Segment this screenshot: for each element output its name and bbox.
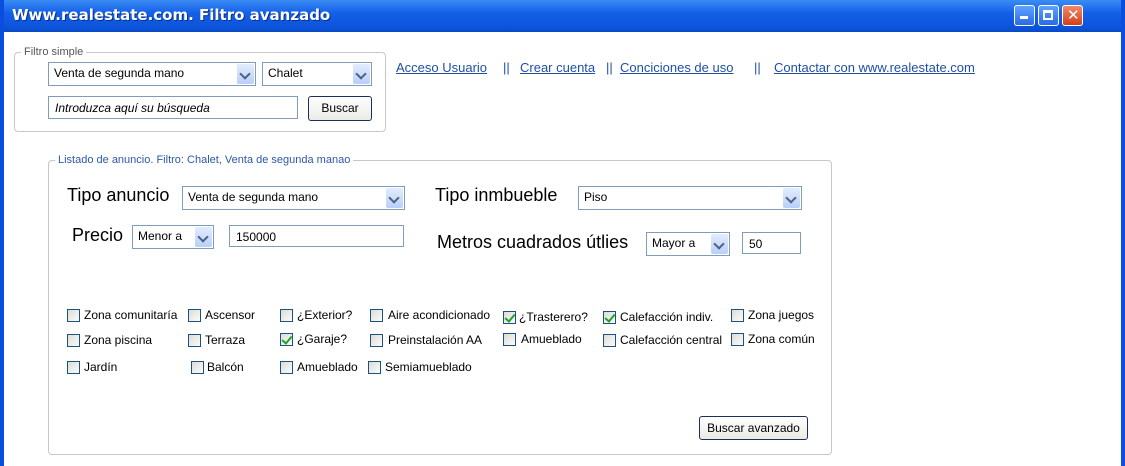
precio-operator-select[interactable]: Menor a [132,225,214,249]
checkbox[interactable] [603,311,616,324]
minimize-icon [1020,16,1028,19]
link-separator: || [503,60,510,75]
precio-operator-value: Menor a [138,229,183,243]
feature-label: Terraza [205,333,246,347]
checkbox[interactable] [67,309,80,322]
tipo-anuncio-value: Venta de segunda mano [188,190,319,204]
checkbox[interactable] [503,333,516,346]
simple-filter-legend: Filtro simple [24,46,84,58]
application-window: Www.realestate.com. Filtro avanzado ✕ Fi… [0,0,1125,466]
checkbox[interactable] [731,309,744,322]
feature-label: Zona juegos [748,308,815,322]
chevron-down-icon[interactable] [386,188,403,208]
feature-label: Amueblado [521,332,582,346]
checkbox[interactable] [731,333,744,346]
feature-label: Amueblado [297,360,358,374]
checkbox[interactable] [280,309,293,322]
checkbox[interactable] [67,361,80,374]
feature-label: Aire acondicionado [388,308,491,322]
feature-label: Preinstalación AA [388,333,483,347]
feature-label: Zona piscina [84,333,153,347]
checkbox[interactable] [370,309,383,322]
feature-label: Semiamueblado [385,360,472,374]
checkbox[interactable] [368,361,381,374]
tipo-inmueble-label: Tipo inmbueble [435,185,558,205]
search-button-label: Buscar [321,101,359,115]
feature-label: Calefacción indiv. [620,310,714,324]
operation-select[interactable]: Venta de segunda mano [48,62,256,86]
metros-input-value: 50 [749,237,763,251]
login-link[interactable]: Acceso Usuario [396,60,487,75]
chevron-down-icon[interactable] [711,234,728,254]
checkbox[interactable] [280,333,293,346]
tipo-inmueble-value: Piso [584,190,608,204]
checkbox[interactable] [280,361,293,374]
checkbox[interactable] [191,361,204,374]
terms-link[interactable]: Conciciones de uso [620,60,733,75]
create-account-link[interactable]: Crear cuenta [520,60,595,75]
tipo-anuncio-label: Tipo anuncio [67,185,170,205]
search-input-placeholder: Introduzca aquí su búsqueda [55,101,210,115]
checkbox[interactable] [370,334,383,347]
feature-label: ¿Trasterero? [519,310,588,324]
link-separator: || [754,60,761,75]
link-separator: || [606,60,613,75]
metros-operator-select[interactable]: Mayor a [646,232,730,256]
metros-label: Metros cuadrados útlies [437,232,629,252]
maximize-button[interactable] [1038,5,1059,26]
maximize-icon [1043,10,1053,20]
property-select-value: Chalet [268,66,303,80]
feature-label: Zona comunitaría [84,308,178,322]
chevron-down-icon[interactable] [353,64,370,84]
metros-input[interactable]: 50 [742,232,801,254]
close-button[interactable]: ✕ [1062,5,1083,26]
precio-label: Precio [72,225,124,245]
precio-input[interactable]: 150000 [229,225,404,247]
feature-label: Calefacción central [620,333,723,347]
checkbox[interactable] [67,334,80,347]
feature-label: Balcón [207,360,244,374]
feature-label: Jardín [84,360,118,374]
precio-input-value: 150000 [236,230,277,244]
chevron-down-icon[interactable] [237,64,254,84]
close-icon: ✕ [1067,6,1080,24]
search-input[interactable]: Introduzca aquí su búsqueda [48,96,298,119]
operation-select-value: Venta de segunda mano [54,66,185,80]
tipo-inmueble-select[interactable]: Piso [578,186,802,210]
listing-filter-legend: Listado de anuncio. Filtro: Chalet, Vent… [58,154,351,166]
minimize-button[interactable] [1014,5,1035,26]
advanced-search-button[interactable]: Buscar avanzado [699,416,808,440]
search-button[interactable]: Buscar [308,96,372,121]
checkbox[interactable] [188,309,201,322]
checkbox[interactable] [188,334,201,347]
advanced-search-button-label: Buscar avanzado [707,421,800,435]
feature-label: ¿Garaje? [297,332,348,346]
tipo-anuncio-select[interactable]: Venta de segunda mano [182,186,405,210]
feature-label: Zona común [748,332,815,346]
title-bar[interactable]: Www.realestate.com. Filtro avanzado ✕ [4,0,1121,32]
feature-label: ¿Exterior? [297,308,353,322]
window-title: Www.realestate.com. Filtro avanzado [12,6,331,24]
checkbox[interactable] [603,334,616,347]
feature-label: Ascensor [205,308,256,322]
property-select[interactable]: Chalet [262,62,372,86]
chevron-down-icon[interactable] [783,188,800,208]
metros-operator-value: Mayor a [652,236,696,250]
chevron-down-icon[interactable] [195,227,212,247]
checkbox[interactable] [503,311,516,324]
contact-link[interactable]: Contactar con www.realestate.com [774,60,975,75]
